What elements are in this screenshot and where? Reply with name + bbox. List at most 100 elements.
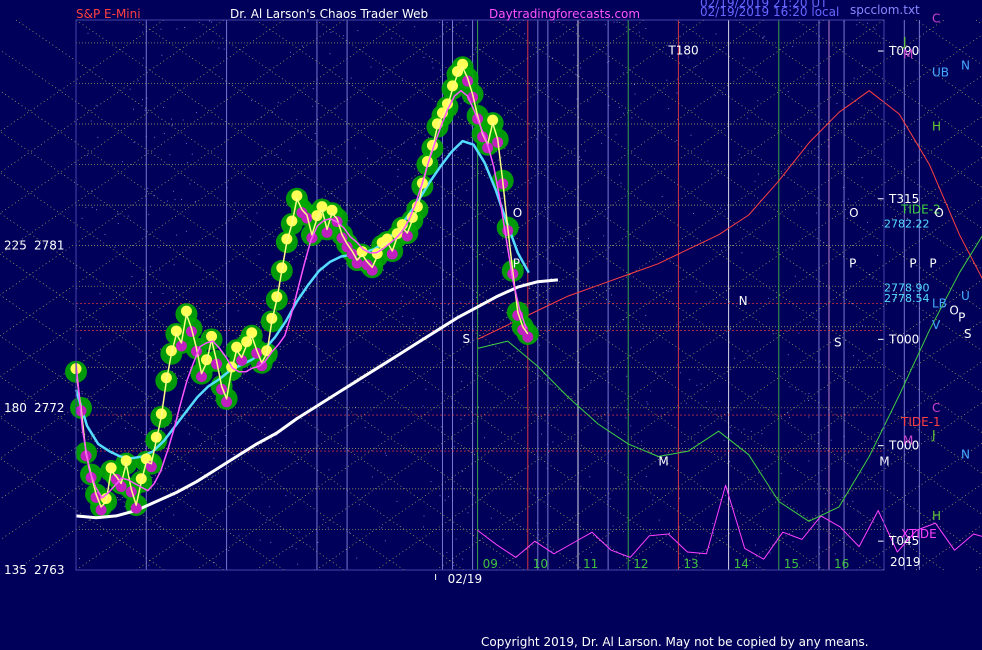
star-dot xyxy=(630,347,632,349)
star-dot xyxy=(249,236,251,238)
star-dot xyxy=(169,154,171,156)
chaos-trader-chart: 2252781180277213527630910111213141516091… xyxy=(0,0,982,650)
star-dot xyxy=(448,496,449,498)
star-dot xyxy=(481,264,483,266)
star-dot xyxy=(188,433,190,435)
star-dot xyxy=(396,500,398,502)
star-dot xyxy=(584,150,586,152)
star-dot xyxy=(529,182,531,184)
star-dot xyxy=(816,212,818,214)
star-dot xyxy=(622,531,624,533)
star-dot xyxy=(98,355,100,356)
planet-label: LB xyxy=(932,296,947,310)
star-dot xyxy=(440,426,442,428)
star-dot xyxy=(667,290,669,292)
star-dot xyxy=(707,160,709,162)
star-dot xyxy=(184,27,186,28)
star-dot xyxy=(738,153,740,155)
star-dot xyxy=(679,372,681,374)
star-dot xyxy=(137,80,139,82)
star-dot xyxy=(238,535,240,537)
star-dot xyxy=(199,300,201,302)
planet-label: M xyxy=(903,433,913,447)
y-tick-angle: 135 xyxy=(4,563,27,577)
star-dot xyxy=(117,213,119,215)
star-dot xyxy=(645,28,647,29)
star-dot xyxy=(296,462,298,464)
series-label: XTIDE xyxy=(901,527,937,541)
star-dot xyxy=(694,66,696,67)
star-dot xyxy=(549,262,551,264)
star-dot xyxy=(311,105,313,107)
star-dot xyxy=(148,564,150,566)
star-dot xyxy=(149,428,151,430)
star-dot xyxy=(475,48,477,50)
star-dot xyxy=(631,117,633,119)
star-dot xyxy=(440,261,442,263)
star-dot xyxy=(604,24,606,26)
star-dot xyxy=(858,511,860,513)
star-dot xyxy=(176,234,178,236)
star-dot xyxy=(223,48,225,50)
star-dot xyxy=(218,47,220,49)
star-dot xyxy=(104,233,106,235)
star-dot xyxy=(142,31,144,33)
star-dot xyxy=(459,301,461,303)
star-dot xyxy=(642,328,644,329)
star-dot xyxy=(754,180,756,182)
star-dot xyxy=(576,74,578,76)
star-dot xyxy=(853,355,854,357)
star-dot xyxy=(466,189,468,191)
star-dot xyxy=(746,118,748,120)
star-dot xyxy=(634,84,635,85)
star-dot xyxy=(858,157,860,158)
star-dot xyxy=(808,392,810,394)
planet-label: C xyxy=(932,12,940,26)
star-dot xyxy=(414,26,416,28)
star-dot xyxy=(385,454,387,456)
star-dot xyxy=(310,360,312,362)
star-dot xyxy=(579,156,581,158)
star-dot xyxy=(327,527,329,529)
star-dot xyxy=(357,30,359,32)
star-dot xyxy=(712,523,714,525)
star-dot xyxy=(811,312,813,314)
star-dot xyxy=(808,460,810,462)
planet-label: H xyxy=(932,509,941,523)
star-dot xyxy=(510,476,511,478)
star-dot xyxy=(161,54,163,56)
star-dot xyxy=(668,108,670,110)
star-dot xyxy=(512,48,514,50)
star-dot xyxy=(741,252,743,254)
star-dot xyxy=(679,497,681,499)
star-dot xyxy=(638,31,640,33)
header-symbol: S&P E-Mini xyxy=(76,7,141,21)
star-dot xyxy=(856,459,858,461)
star-dot xyxy=(211,122,213,124)
star-dot xyxy=(720,207,721,209)
star-dot xyxy=(789,417,790,418)
star-dot xyxy=(129,88,131,90)
star-dot xyxy=(270,541,272,543)
star-dot xyxy=(259,539,261,541)
star-dot xyxy=(842,201,844,203)
star-dot xyxy=(524,33,526,35)
footer-copyright: Copyright 2019, Dr. Al Larson. May not b… xyxy=(481,635,869,649)
star-dot xyxy=(330,31,332,33)
star-dot xyxy=(184,418,186,420)
star-dot xyxy=(142,99,143,101)
star-dot xyxy=(460,418,462,420)
star-dot xyxy=(620,182,622,184)
star-dot xyxy=(269,417,271,419)
star-dot xyxy=(563,241,565,242)
star-dot xyxy=(391,37,393,39)
star-dot xyxy=(329,53,331,55)
star-dot xyxy=(96,209,97,211)
star-dot xyxy=(262,300,264,302)
star-dot xyxy=(285,495,287,497)
star-dot xyxy=(173,264,175,266)
star-dot xyxy=(763,35,765,37)
planet-label: N xyxy=(961,58,970,72)
star-dot xyxy=(256,212,258,214)
star-dot xyxy=(176,28,178,30)
